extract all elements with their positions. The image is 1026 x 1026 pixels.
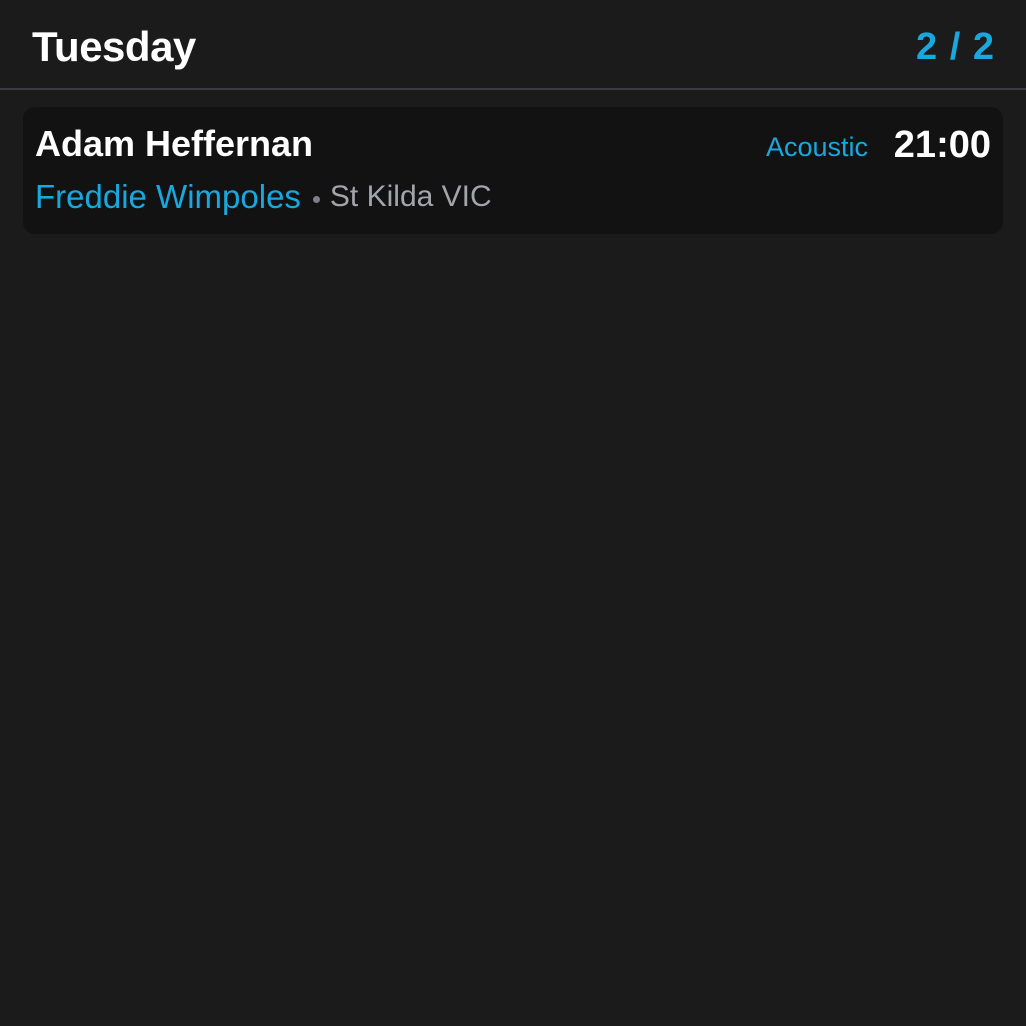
header: Tuesday 2 / 2 — [0, 0, 1026, 90]
gig-time: 21:00 — [893, 124, 991, 166]
venue-location: St Kilda VIC — [329, 180, 492, 213]
gig-card[interactable]: Adam Heffernan Acoustic 21:00 Freddie Wi… — [23, 107, 1003, 234]
venue-name[interactable]: Freddie Wimpoles — [35, 177, 301, 217]
venue-line: Freddie Wimpoles St Kilda VIC — [35, 177, 492, 217]
genre-tag: Acoustic — [765, 132, 868, 162]
artist-name: Adam Heffernan — [35, 123, 314, 164]
separator-dot-icon — [312, 195, 320, 203]
gig-guide-screen: Tuesday 2 / 2 Adam Heffernan Acoustic 21… — [0, 0, 1026, 1026]
page-indicator: 2 / 2 — [916, 26, 995, 68]
day-title: Tuesday — [32, 23, 196, 70]
